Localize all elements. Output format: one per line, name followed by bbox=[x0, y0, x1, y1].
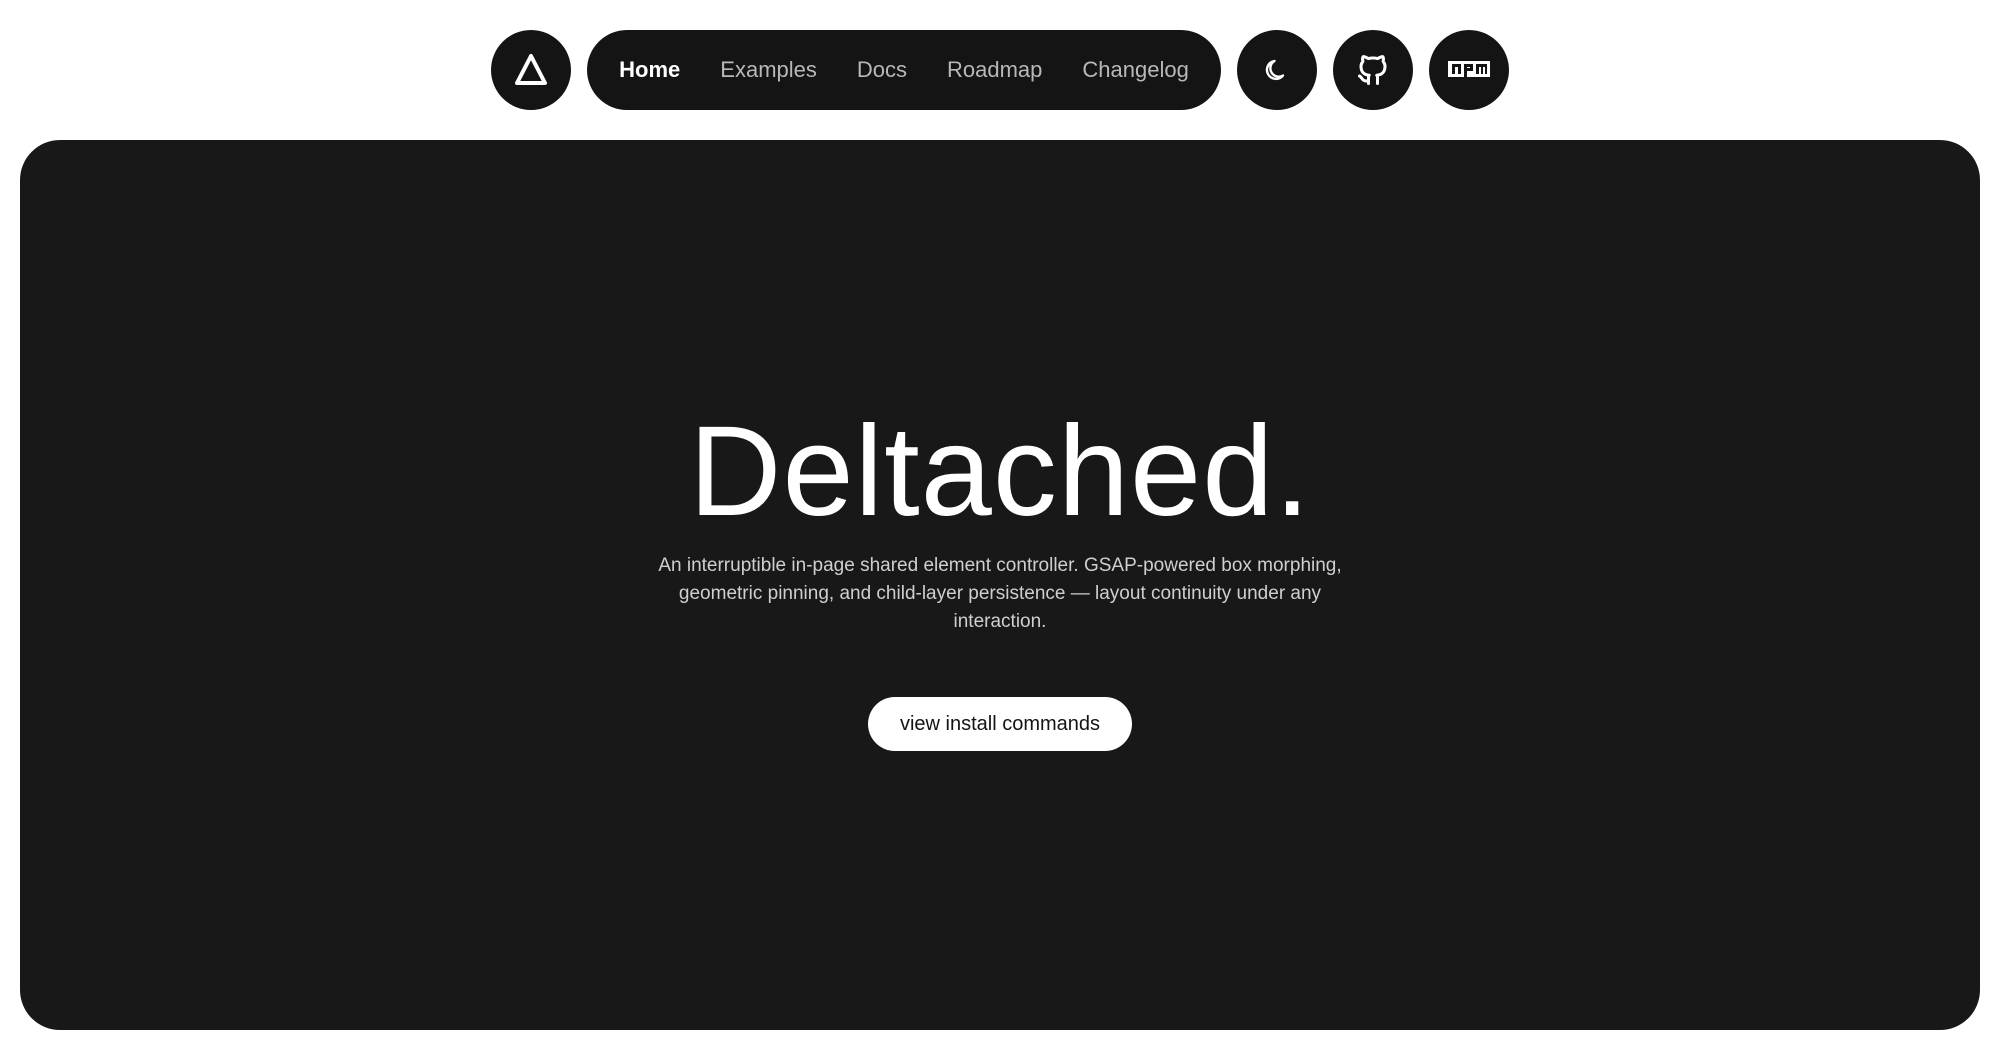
hero-section: Deltached. An interruptible in-page shar… bbox=[20, 140, 1980, 1030]
view-install-commands-button[interactable]: view install commands bbox=[868, 697, 1132, 751]
npm-icon bbox=[1447, 61, 1490, 77]
nav-item-home[interactable]: Home bbox=[619, 57, 680, 83]
theme-toggle-button[interactable] bbox=[1236, 30, 1317, 110]
nav-item-changelog[interactable]: Changelog bbox=[1082, 57, 1188, 83]
nav-item-docs[interactable]: Docs bbox=[857, 57, 907, 83]
delta-triangle-icon bbox=[515, 54, 548, 85]
top-navigation: Home Examples Docs Roadmap Changelog bbox=[0, 30, 2000, 110]
github-button[interactable] bbox=[1332, 30, 1413, 110]
moon-icon bbox=[1265, 59, 1285, 81]
npm-button[interactable] bbox=[1428, 30, 1509, 110]
hero-description: An interruptible in-page shared element … bbox=[658, 555, 1342, 632]
nav-item-examples[interactable]: Examples bbox=[720, 57, 817, 83]
hero-title: Deltached. bbox=[689, 400, 1311, 543]
nav-item-roadmap[interactable]: Roadmap bbox=[947, 57, 1042, 83]
nav-menu: Home Examples Docs Roadmap Changelog bbox=[587, 30, 1221, 110]
github-icon bbox=[1357, 55, 1387, 85]
logo-button[interactable] bbox=[491, 30, 572, 110]
